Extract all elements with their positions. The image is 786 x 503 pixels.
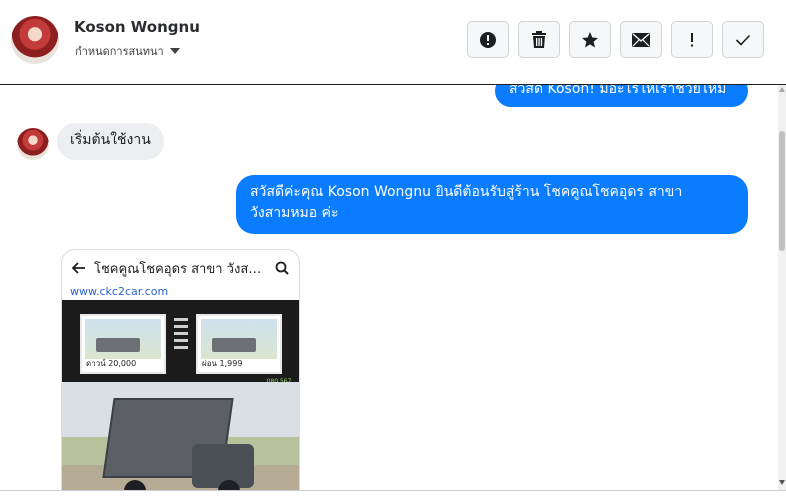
trash-icon bbox=[532, 30, 546, 48]
checkmark-icon bbox=[735, 34, 751, 46]
contact-avatar[interactable] bbox=[11, 16, 59, 64]
shared-page-card[interactable]: โชคคูณโชคอุดร สาขา วังสาม... www.ckc2car… bbox=[61, 249, 300, 490]
mark-done-button[interactable] bbox=[722, 21, 764, 58]
conversation-header: Koson Wongnu กำหนดการสนทนา bbox=[0, 0, 786, 85]
card-header: โชคคูณโชคอุดร สาขา วังสาม... bbox=[62, 250, 299, 286]
contact-name[interactable]: Koson Wongnu bbox=[74, 18, 200, 36]
price-right: ผ่อน 1,999 bbox=[202, 359, 243, 368]
conversation-toolbar bbox=[467, 21, 764, 58]
outgoing-message[interactable]: สวัสดีค่ะคุณ Koson Wongnu ยินดีต้อนรับสู… bbox=[236, 175, 748, 234]
price-left: ดาวน์ 20,000 bbox=[86, 359, 137, 368]
promo-image: ดาวน์ 20,000 ผ่อน 1,999 080 567 7083 bbox=[62, 300, 299, 490]
follow-up-button[interactable] bbox=[671, 21, 713, 58]
star-icon bbox=[582, 31, 598, 47]
star-button[interactable] bbox=[569, 21, 611, 58]
mark-unread-button[interactable] bbox=[620, 21, 662, 58]
search-icon[interactable] bbox=[275, 261, 289, 275]
card-title: โชคคูณโชคอุดร สาขา วังสาม... bbox=[94, 261, 267, 277]
envelope-icon bbox=[632, 32, 650, 47]
decorative-bars bbox=[174, 318, 188, 353]
messenger-conversation: Koson Wongnu กำหนดการสนทนา สวัสดี Koson!… bbox=[0, 0, 786, 503]
scroll-down-arrow-icon[interactable] bbox=[779, 480, 785, 485]
dump-truck-photo bbox=[62, 382, 299, 490]
assign-conversation-label: กำหนดการสนทนา bbox=[75, 45, 164, 58]
truck-thumbnail-left: ดาวน์ 20,000 bbox=[80, 314, 166, 374]
incoming-message[interactable]: เริ่มต้นใช้งาน bbox=[57, 123, 164, 160]
alert-circle-icon bbox=[480, 31, 496, 48]
scrollbar-thumb[interactable] bbox=[779, 131, 785, 251]
mark-spam-button[interactable] bbox=[467, 21, 509, 58]
assign-conversation-dropdown[interactable]: กำหนดการสนทนา bbox=[75, 42, 180, 60]
truck-thumbnail-right: ผ่อน 1,999 bbox=[196, 314, 282, 374]
message-thread[interactable]: สวัสดี Koson! มีอะไรให้เราช่วยไหม เริ่มต… bbox=[0, 85, 778, 490]
exclamation-icon bbox=[691, 32, 693, 46]
delete-button[interactable] bbox=[518, 21, 560, 58]
contact-avatar-small bbox=[17, 128, 49, 160]
caret-down-icon bbox=[169, 48, 180, 54]
back-arrow-icon[interactable] bbox=[72, 262, 86, 274]
outgoing-message[interactable]: สวัสดี Koson! มีอะไรให้เราช่วยไหม bbox=[495, 85, 748, 107]
composer-edge bbox=[0, 490, 786, 503]
scroll-up-arrow-icon[interactable] bbox=[779, 87, 785, 92]
vertical-scrollbar[interactable] bbox=[778, 85, 786, 490]
card-url: www.ckc2car.com bbox=[70, 285, 169, 298]
